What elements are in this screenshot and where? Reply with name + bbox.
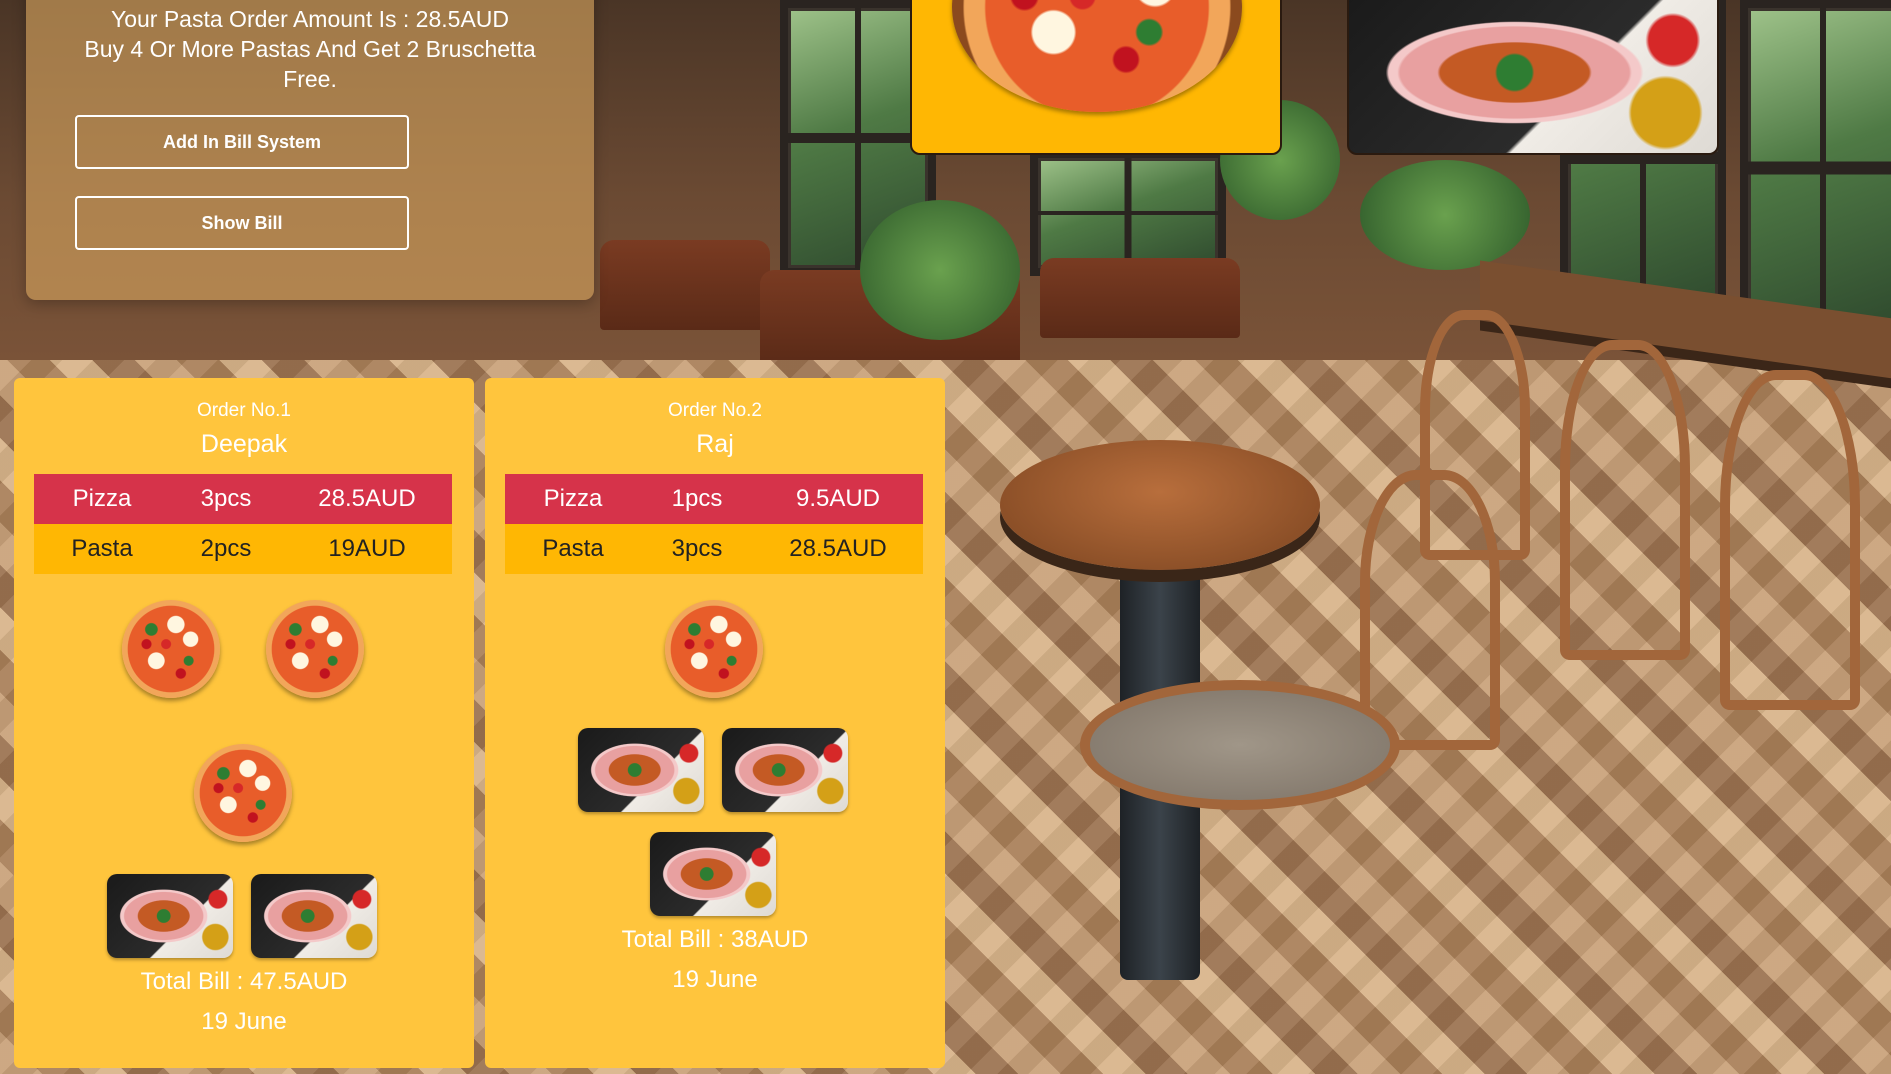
- item-quantity: 3pcs: [200, 485, 252, 512]
- order-item-row: Pizza 1pcs 9.5AUD: [505, 474, 923, 524]
- order-number: Order No.1: [197, 400, 291, 421]
- background-chair: [1420, 310, 1530, 560]
- pasta-icon: [578, 728, 704, 812]
- order-number: Order No.2: [668, 400, 762, 421]
- promo-panel: Your Pasta Order Amount Is : 28.5AUD Buy…: [26, 0, 594, 300]
- item-name: Pasta: [542, 535, 604, 562]
- item-quantity: 3pcs: [671, 535, 723, 562]
- item-name: Pasta: [71, 535, 133, 562]
- background-chair-seat: [1080, 680, 1400, 810]
- total-bill: Total Bill : 38AUD: [621, 926, 809, 953]
- background-booth: [1040, 258, 1240, 338]
- order-item-row: Pasta 3pcs 28.5AUD: [505, 524, 923, 574]
- order-date: 19 June: [672, 966, 758, 993]
- pasta-icon: [251, 874, 377, 958]
- item-price: 9.5AUD: [795, 485, 881, 512]
- promo-offer-text-end: Free.: [283, 66, 337, 92]
- customer-name: Raj: [696, 430, 734, 458]
- customer-name: Deepak: [200, 430, 288, 458]
- order-item-row: Pasta 2pcs 19AUD: [34, 524, 452, 574]
- order-card-2: Order No.2 Raj Pizza 1pcs 9.5AUD Pasta 3…: [485, 378, 945, 1068]
- order-date: 19 June: [201, 1008, 287, 1035]
- background-chair: [1560, 340, 1690, 660]
- pizza-menu-card[interactable]: [910, 0, 1282, 155]
- pizza-icon: [665, 600, 763, 698]
- pasta-icon: [650, 832, 776, 916]
- order-item-row: Pizza 3pcs 28.5AUD: [34, 474, 452, 524]
- show-bill-button[interactable]: Show Bill: [75, 196, 409, 250]
- background-window: [1740, 0, 1891, 336]
- pasta-menu-card[interactable]: [1347, 0, 1719, 155]
- pasta-icon: [722, 728, 848, 812]
- pizza-icon: [266, 600, 364, 698]
- pasta-icon: [1349, 0, 1717, 153]
- pasta-order-amount-text: Your Pasta Order Amount Is : 28.5AUD: [110, 6, 510, 32]
- pasta-icon: [107, 874, 233, 958]
- pizza-icon: [122, 600, 220, 698]
- add-in-bill-system-button[interactable]: Add In Bill System: [75, 115, 409, 169]
- item-price: 28.5AUD: [789, 535, 887, 562]
- background-plant: [1360, 160, 1530, 270]
- item-price: 19AUD: [328, 535, 406, 562]
- item-quantity: 1pcs: [671, 485, 723, 512]
- pizza-icon: [194, 744, 292, 842]
- background-round-table: [1000, 440, 1320, 570]
- total-bill: Total Bill : 47.5AUD: [140, 968, 348, 995]
- promo-offer-text: Buy 4 Or More Pastas And Get 2 Bruschett…: [84, 36, 536, 62]
- pizza-icon: [952, 0, 1242, 112]
- item-price: 28.5AUD: [318, 485, 416, 512]
- item-quantity: 2pcs: [200, 535, 252, 562]
- item-name: Pizza: [543, 485, 603, 512]
- background-chair: [1720, 370, 1860, 710]
- order-card-1: Order No.1 Deepak Pizza 3pcs 28.5AUD Pas…: [14, 378, 474, 1068]
- background-booth: [600, 240, 770, 330]
- background-plant: [860, 200, 1020, 340]
- item-name: Pizza: [72, 485, 132, 512]
